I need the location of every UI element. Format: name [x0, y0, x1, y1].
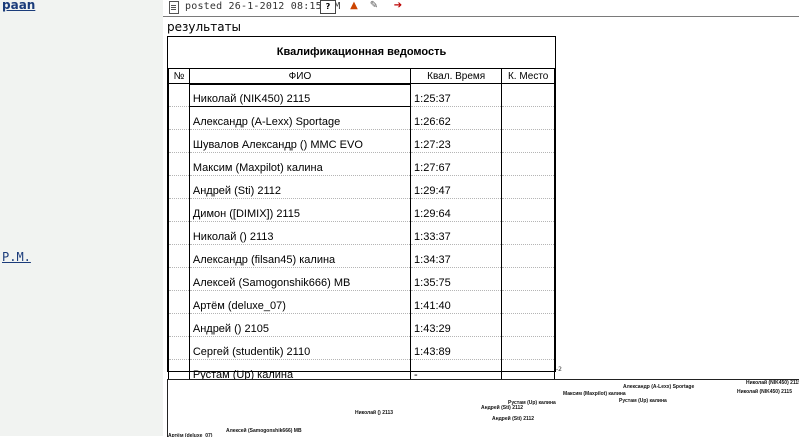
author-link[interactable]: paan [2, 0, 35, 12]
cell-time[interactable]: 1:43:89 [410, 336, 503, 360]
cell-place[interactable] [501, 106, 555, 130]
cell-place[interactable] [501, 290, 555, 314]
cell-place[interactable] [501, 313, 555, 337]
post-heading: результаты [167, 20, 242, 34]
cell-time[interactable]: 1:29:64 [410, 198, 503, 222]
cell-num[interactable] [168, 198, 190, 222]
cell-place[interactable] [501, 175, 555, 199]
table-row[interactable]: Шувалов Александр () MMC EVO 1:27:23 [168, 129, 555, 153]
profile-icon[interactable]: ? [320, 0, 336, 14]
chart-label: Рустам (Up) калина [619, 398, 667, 404]
table-row[interactable]: Андрей () 2105 1:43:29 [168, 313, 555, 337]
cell-name[interactable]: Николай () 2113 [188, 221, 412, 245]
cell-place[interactable] [501, 221, 555, 245]
cell-name[interactable]: Шувалов Александр () MMC EVO [188, 129, 412, 153]
cell-name[interactable]: Николай (NIK450) 2115 [188, 83, 412, 107]
table-row[interactable]: Алексей (Samogonshik666) МВ 1:35:75 [168, 267, 555, 291]
cell-num[interactable] [168, 313, 190, 337]
cell-time[interactable]: 1:33:37 [410, 221, 503, 245]
cell-place[interactable] [501, 244, 555, 268]
cell-num[interactable] [168, 83, 190, 107]
cell-place[interactable] [501, 267, 555, 291]
chart-label: Максим (Maxpilot) калина [563, 391, 626, 397]
cell-num[interactable] [168, 106, 190, 130]
cell-num[interactable] [168, 175, 190, 199]
results-chart: Николай (NIK450) 2115 Александр (A-Lexx) … [167, 379, 799, 437]
cell-time[interactable]: 1:41:40 [410, 290, 503, 314]
chart-label: Александр (A-Lexx) Sportage [623, 384, 694, 390]
table-row[interactable]: Андрей (Sti) 2112 1:29:47 [168, 175, 555, 199]
chart-label: Андрей (Sti) 2112 [492, 415, 534, 422]
table-row[interactable]: Максим (Maxpilot) калина 1:27:67 [168, 152, 555, 176]
chart-label: Андрей (Sti) 2112 [481, 404, 523, 411]
cell-num[interactable] [168, 221, 190, 245]
cell-num[interactable] [168, 152, 190, 176]
table-row[interactable]: Николай () 2113 1:33:37 [168, 221, 555, 245]
table-row[interactable]: Александр (filsan45) калина 1:34:37 [168, 244, 555, 268]
signature-link[interactable]: Р.М. [2, 250, 31, 264]
chart-label: Николай (NIK450) 2115 [746, 380, 799, 386]
reply-icon[interactable]: ➔ [392, 0, 404, 12]
warning-icon[interactable]: ▲ [348, 0, 360, 12]
header-place: К. Место [501, 68, 555, 84]
cell-place[interactable] [501, 336, 555, 360]
chart-label: Алексей (Samogonshik666) МВ [226, 427, 302, 434]
chart-label: Николай (NIK450) 2115 [737, 388, 792, 395]
cell-time[interactable]: 1:25:37 [410, 83, 503, 107]
table-row[interactable]: Артём (deluxe_07) 1:41:40 [168, 290, 555, 314]
cell-time[interactable]: 1:35:75 [410, 267, 503, 291]
edit-icon[interactable]: ✎ [368, 0, 380, 12]
post-header-bar: posted 26-1-2012 08:15 AM ? ▲ ✎ ➔ [163, 0, 799, 17]
chart-label: Николай () 2113 [355, 409, 393, 416]
sheet-title: Квалификационная ведомость [168, 37, 555, 69]
cell-time[interactable]: 1:43:29 [410, 313, 503, 337]
table-row[interactable]: Александр (A-Lexx) Sportage 1:26:62 [168, 106, 555, 130]
cell-time[interactable]: 1:29:47 [410, 175, 503, 199]
chart-canvas: Николай (NIK450) 2115 Александр (A-Lexx) … [168, 380, 799, 437]
cell-place[interactable] [501, 198, 555, 222]
header-time: Квал. Время [410, 68, 503, 84]
cell-name[interactable]: Андрей () 2105 [188, 313, 412, 337]
header-name: ФИО [188, 68, 412, 84]
cell-name[interactable]: Сергей (studentik) 2110 [188, 336, 412, 360]
table-row[interactable]: Димон ([DIMIX]) 2115 1:29:64 [168, 198, 555, 222]
cell-name[interactable]: Артём (deluxe_07) [188, 290, 412, 314]
cell-name[interactable]: Максим (Maxpilot) калина [188, 152, 412, 176]
cell-num[interactable] [168, 267, 190, 291]
cell-num[interactable] [168, 129, 190, 153]
resize-marker: -2 [556, 366, 562, 373]
cell-time[interactable]: 1:26:62 [410, 106, 503, 130]
post-document-icon [169, 1, 179, 14]
cell-place[interactable] [501, 152, 555, 176]
table-row[interactable]: Николай (NIK450) 2115 1:25:37 [168, 83, 555, 107]
cell-num[interactable] [168, 290, 190, 314]
cell-time[interactable]: 1:34:37 [410, 244, 503, 268]
cell-place[interactable] [501, 129, 555, 153]
post-timestamp: posted 26-1-2012 08:15 AM [185, 1, 341, 12]
header-num: № [168, 68, 190, 84]
cell-time[interactable]: 1:27:23 [410, 129, 503, 153]
cell-time[interactable]: 1:27:67 [410, 152, 503, 176]
table-row[interactable]: Сергей (studentik) 2110 1:43:89 [168, 336, 555, 360]
cell-name[interactable]: Димон ([DIMIX]) 2115 [188, 198, 412, 222]
cell-num[interactable] [168, 336, 190, 360]
cell-name[interactable]: Алексей (Samogonshik666) МВ [188, 267, 412, 291]
post-sidebar: paan Р.М. [0, 0, 163, 436]
cell-name[interactable]: Александр (filsan45) калина [188, 244, 412, 268]
cell-num[interactable] [168, 244, 190, 268]
cell-name[interactable]: Андрей (Sti) 2112 [188, 175, 412, 199]
cell-name[interactable]: Александр (A-Lexx) Sportage [188, 106, 412, 130]
cell-place[interactable] [501, 83, 555, 107]
qualification-table: № ФИО Квал. Время К. Место Николай (NIK4… [168, 68, 555, 383]
qualification-sheet: Квалификационная ведомость № ФИО Квал. В… [167, 36, 556, 383]
chart-label: Артём (deluxe_07) [168, 433, 213, 437]
